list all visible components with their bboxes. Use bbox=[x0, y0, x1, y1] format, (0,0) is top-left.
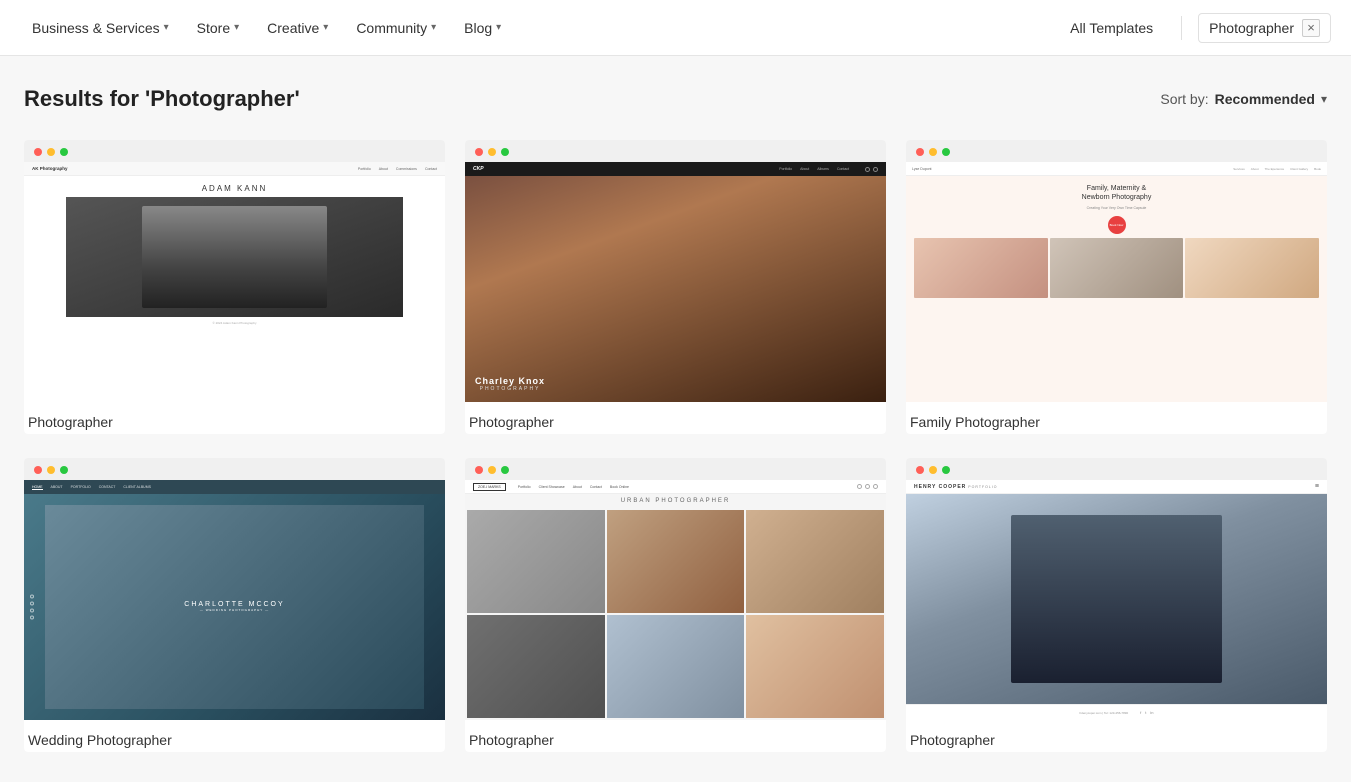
dot-green bbox=[60, 466, 68, 474]
nav-left: Business & Services ▾ Store ▾ Creative ▾… bbox=[20, 12, 1058, 44]
browser-chrome bbox=[906, 140, 1327, 162]
template-card[interactable]: HOME ABOUT PORTFOLIO CONTACT CLIENT ALBU… bbox=[24, 458, 445, 752]
template-thumbnail-wrap: AK Photography Portfolio About Commissio… bbox=[24, 162, 445, 402]
template-name: Photographer bbox=[24, 402, 445, 434]
template-thumbnail-wrap: HENRY COOPER PORTFOLIO ≡ hdenycoper.com … bbox=[906, 480, 1327, 720]
nav-item-blog[interactable]: Blog ▾ bbox=[452, 12, 513, 44]
nav-item-creative[interactable]: Creative ▾ bbox=[255, 12, 340, 44]
sort-by-value: Recommended bbox=[1215, 91, 1315, 107]
nav-label-business: Business & Services bbox=[32, 20, 160, 36]
template-card[interactable]: CKP Portfolio About Albums Contact bbox=[465, 140, 886, 434]
nav-label-creative: Creative bbox=[267, 20, 319, 36]
main-content: Results for 'Photographer' Sort by: Reco… bbox=[0, 56, 1351, 782]
dot-yellow bbox=[47, 466, 55, 474]
template-name: Photographer bbox=[465, 402, 886, 434]
browser-chrome bbox=[24, 458, 445, 480]
dot-green bbox=[942, 148, 950, 156]
results-header: Results for 'Photographer' Sort by: Reco… bbox=[24, 86, 1327, 112]
dot-green bbox=[942, 466, 950, 474]
template-thumbnail-wrap: Lyse Dupont Services About The Eperience… bbox=[906, 162, 1327, 402]
dot-green bbox=[501, 148, 509, 156]
dot-red bbox=[916, 466, 924, 474]
nav-item-business[interactable]: Business & Services ▾ bbox=[20, 12, 181, 44]
dot-yellow bbox=[929, 148, 937, 156]
nav-label-blog: Blog bbox=[464, 20, 492, 36]
template-name: Family Photographer bbox=[906, 402, 1327, 434]
dot-red bbox=[34, 466, 42, 474]
chevron-down-icon: ▾ bbox=[431, 22, 436, 33]
nav-label-community: Community bbox=[356, 20, 427, 36]
nav-bar: Business & Services ▾ Store ▾ Creative ▾… bbox=[0, 0, 1351, 56]
search-tag: Photographer × bbox=[1198, 13, 1331, 43]
sort-by-control[interactable]: Sort by: Recommended ▾ bbox=[1160, 91, 1327, 107]
search-query-label: Photographer bbox=[1209, 20, 1294, 36]
template-thumbnail-wrap: ZOE-I MARKS Portfolio Client Showcase Ab… bbox=[465, 480, 886, 720]
nav-item-community[interactable]: Community ▾ bbox=[344, 12, 448, 44]
dot-yellow bbox=[929, 466, 937, 474]
dot-yellow bbox=[488, 466, 496, 474]
template-name: Photographer bbox=[465, 720, 886, 752]
templates-grid: AK Photography Portfolio About Commissio… bbox=[24, 140, 1327, 752]
chevron-down-icon: ▾ bbox=[496, 22, 501, 33]
template-card[interactable]: Lyse Dupont Services About The Eperience… bbox=[906, 140, 1327, 434]
chevron-down-icon: ▾ bbox=[234, 22, 239, 33]
template-thumbnail-wrap: HOME ABOUT PORTFOLIO CONTACT CLIENT ALBU… bbox=[24, 480, 445, 720]
nav-divider bbox=[1181, 16, 1182, 40]
dot-green bbox=[501, 466, 509, 474]
browser-chrome bbox=[906, 458, 1327, 480]
browser-chrome bbox=[24, 140, 445, 162]
browser-chrome bbox=[465, 140, 886, 162]
results-title: Results for 'Photographer' bbox=[24, 86, 300, 112]
template-card[interactable]: AK Photography Portfolio About Commissio… bbox=[24, 140, 445, 434]
browser-chrome bbox=[465, 458, 886, 480]
dot-red bbox=[475, 466, 483, 474]
template-thumbnail-wrap: CKP Portfolio About Albums Contact bbox=[465, 162, 886, 402]
nav-right: All Templates Photographer × bbox=[1058, 12, 1331, 44]
template-card[interactable]: HENRY COOPER PORTFOLIO ≡ hdenycoper.com … bbox=[906, 458, 1327, 752]
all-templates-link[interactable]: All Templates bbox=[1058, 12, 1165, 44]
template-card[interactable]: ZOE-I MARKS Portfolio Client Showcase Ab… bbox=[465, 458, 886, 752]
sort-chevron-icon: ▾ bbox=[1321, 92, 1327, 106]
nav-item-store[interactable]: Store ▾ bbox=[185, 12, 252, 44]
chevron-down-icon: ▾ bbox=[164, 22, 169, 33]
template-name: Wedding Photographer bbox=[24, 720, 445, 752]
sort-by-label: Sort by: bbox=[1160, 91, 1208, 107]
dot-yellow bbox=[47, 148, 55, 156]
template-name: Photographer bbox=[906, 720, 1327, 752]
dot-green bbox=[60, 148, 68, 156]
dot-red bbox=[916, 148, 924, 156]
chevron-down-icon: ▾ bbox=[323, 22, 328, 33]
dot-red bbox=[475, 148, 483, 156]
close-search-button[interactable]: × bbox=[1302, 19, 1320, 37]
dot-yellow bbox=[488, 148, 496, 156]
nav-label-store: Store bbox=[197, 20, 230, 36]
dot-red bbox=[34, 148, 42, 156]
